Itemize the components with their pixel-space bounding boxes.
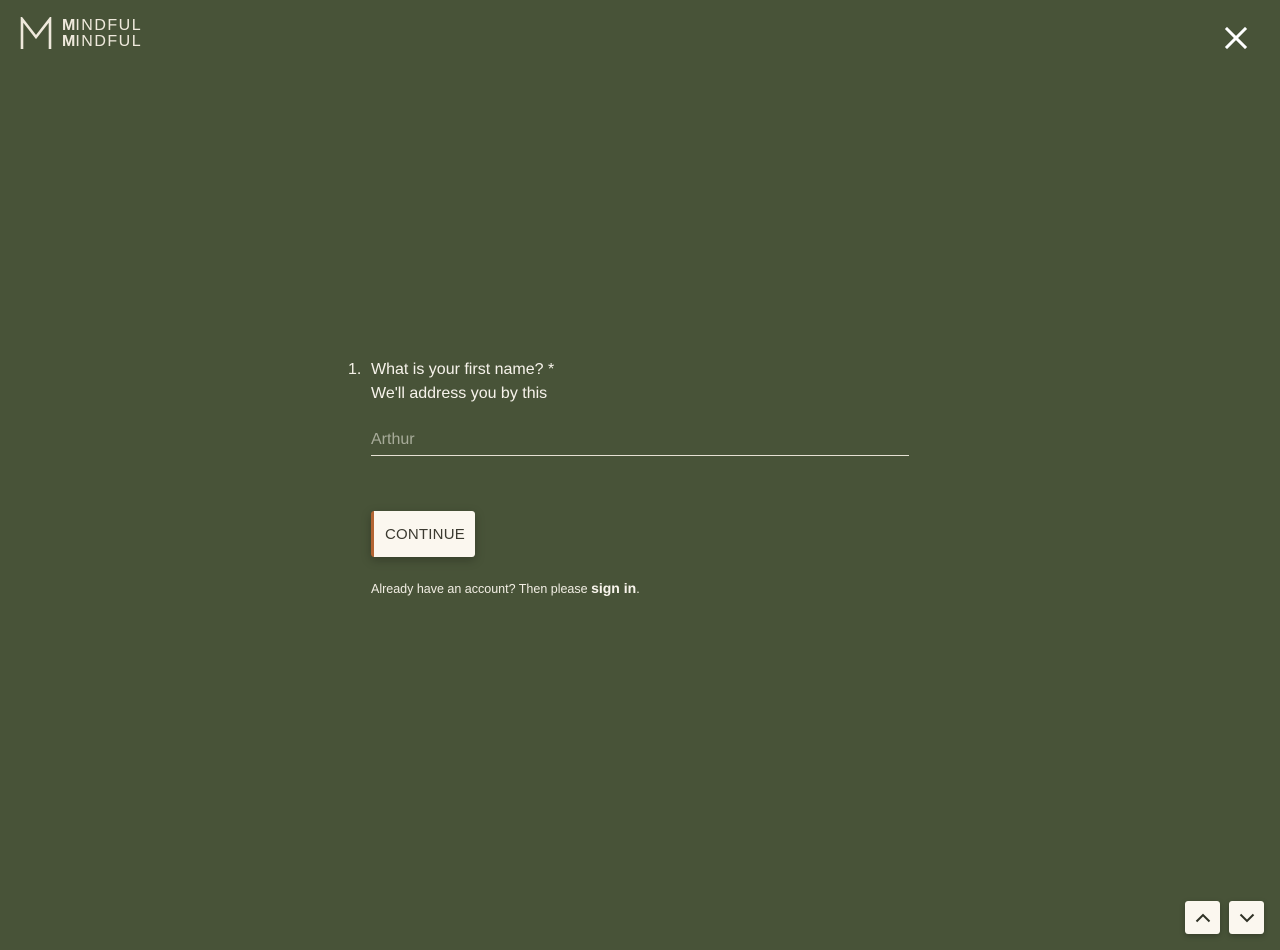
signin-prefix-text: Already have an account? Then please (371, 582, 592, 596)
question-title: What is your first name? * (371, 361, 555, 378)
first-name-input[interactable] (371, 424, 909, 456)
chevron-up-icon (1195, 913, 1210, 922)
question-block: 1. What is your first name? * We'll addr… (348, 358, 910, 598)
close-icon (1224, 26, 1248, 50)
question-subtitle: We'll address you by this (371, 385, 548, 402)
sign-in-link[interactable]: sign in (591, 580, 636, 596)
monogram-m-icon (20, 17, 52, 49)
logo-line-2: MINDFUL (62, 32, 143, 50)
question-navigation (1185, 901, 1264, 934)
signin-suffix-text: . (636, 582, 640, 596)
signin-prompt: Already have an account? Then please sig… (371, 579, 910, 598)
question-body: What is your first name? * We'll address… (371, 358, 910, 598)
next-question-button[interactable] (1229, 901, 1264, 934)
continue-button[interactable]: CONTINUE (371, 511, 475, 557)
previous-question-button[interactable] (1185, 901, 1220, 934)
brand-logo[interactable]: MINDFUL MINDFUL (20, 17, 142, 50)
question-number: 1. (348, 361, 362, 378)
logo-line-1: MINDFUL (62, 16, 143, 34)
close-button[interactable] (1222, 24, 1250, 52)
logo-wordmark: MINDFUL MINDFUL (62, 16, 143, 50)
chevron-down-icon (1239, 913, 1254, 922)
